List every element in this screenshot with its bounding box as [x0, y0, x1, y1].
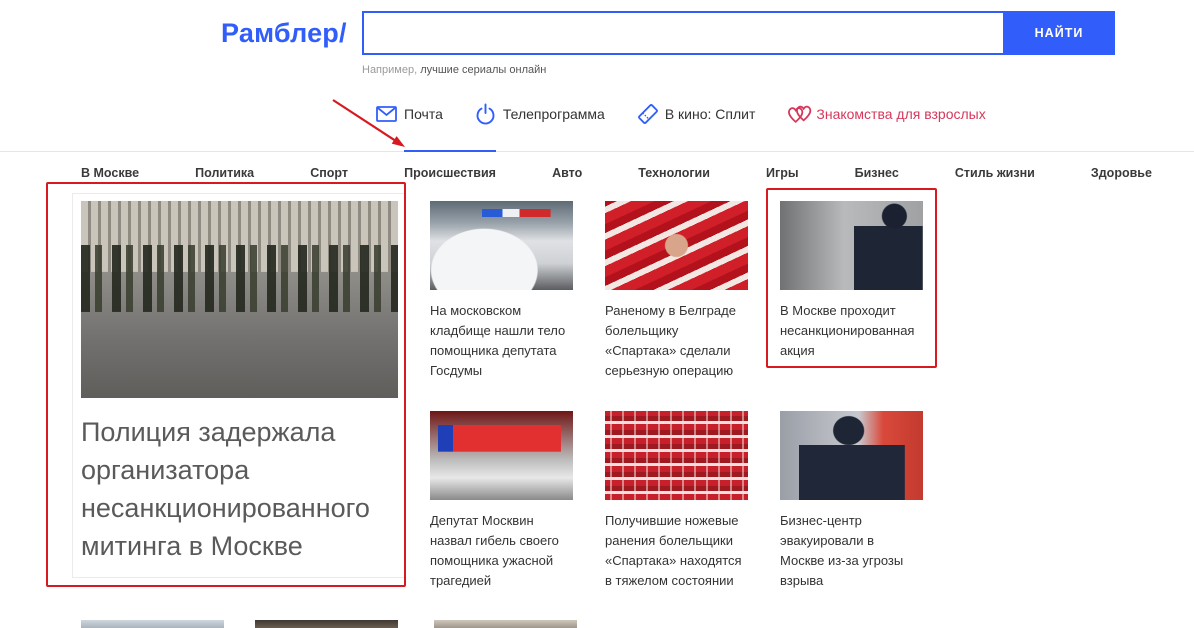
- category-tab-lifestyle[interactable]: Стиль жизни: [955, 150, 1035, 181]
- service-cinema-label: В кино: Сплит: [664, 106, 756, 122]
- news-headline[interactable]: Депутат Москвин назвал гибель своего пом…: [430, 511, 573, 591]
- headline-line: «Спартака» сделали: [605, 343, 731, 358]
- headline-line: помощника ужасной: [430, 553, 554, 568]
- headline-line: несанкционированного: [81, 493, 370, 523]
- category-tab-moscow[interactable]: В Москве: [81, 150, 139, 181]
- category-tab-games[interactable]: Игры: [766, 150, 799, 181]
- power-icon: [475, 103, 496, 125]
- news-headline[interactable]: Раненому в Белграде болельщику «Спартака…: [605, 301, 748, 381]
- mail-icon: [376, 106, 397, 122]
- category-tab-sport[interactable]: Спорт: [310, 150, 348, 181]
- news-card[interactable]: Получившие ножевые ранения болельщики «С…: [605, 411, 748, 621]
- search-bar: НАЙТИ: [362, 11, 1115, 55]
- headline-line: болельщику: [605, 323, 679, 338]
- news-image[interactable]: [605, 411, 748, 500]
- news-grid: На московском кладбище нашли тело помощн…: [430, 201, 923, 621]
- search-button[interactable]: НАЙТИ: [1003, 11, 1115, 55]
- headline-line: Москве из-за угрозы: [780, 553, 904, 568]
- hearts-icon: [787, 104, 812, 124]
- search-hint-example-link[interactable]: лучшие сериалы онлайн: [420, 64, 546, 76]
- service-dating-label: Знакомства для взрослых: [816, 106, 986, 122]
- news-card[interactable]: В Москве проходит несанкционированная ак…: [780, 201, 923, 411]
- featured-news-headline[interactable]: Полиция задержала организатора несанкцио…: [81, 413, 398, 565]
- search-input[interactable]: [362, 11, 1003, 55]
- service-tv-program-label: Телепрограмма: [502, 106, 605, 122]
- news-card[interactable]: Бизнес-центр эвакуировали в Москве из-за…: [780, 411, 923, 621]
- rambler-logo[interactable]: Рамблер/: [221, 15, 347, 51]
- search-hint: Например, лучшие сериалы онлайн: [362, 63, 546, 77]
- news-card[interactable]: Депутат Москвин назвал гибель своего пом…: [430, 411, 573, 621]
- featured-news-card[interactable]: Полиция задержала организатора несанкцио…: [72, 193, 405, 578]
- headline-line: Госдумы: [430, 363, 483, 378]
- headline-line: Бизнес-центр: [780, 513, 862, 528]
- news-image[interactable]: [255, 620, 398, 628]
- news-image[interactable]: [780, 411, 923, 500]
- category-tab-incidents[interactable]: Происшествия: [404, 150, 496, 181]
- service-mail[interactable]: Почта: [376, 102, 443, 126]
- news-image[interactable]: [430, 411, 573, 500]
- headline-line: Раненому в Белграде: [605, 303, 736, 318]
- news-card[interactable]: Раненому в Белграде болельщику «Спартака…: [605, 201, 748, 411]
- news-headline[interactable]: Бизнес-центр эвакуировали в Москве из-за…: [780, 511, 923, 591]
- news-card[interactable]: На московском кладбище нашли тело помощн…: [430, 201, 573, 411]
- headline-line: ранения болельщики: [605, 533, 734, 548]
- headline-line: серьезную операцию: [605, 363, 734, 378]
- news-image[interactable]: [605, 201, 748, 290]
- news-headline[interactable]: В Москве проходит несанкционированная ак…: [780, 301, 923, 361]
- headline-line: В Москве проходит: [780, 303, 896, 318]
- news-image[interactable]: [81, 620, 224, 628]
- service-tv-program[interactable]: Телепрограмма: [475, 102, 605, 126]
- category-tab-tech[interactable]: Технологии: [638, 150, 710, 181]
- category-nav: В Москве Политика Спорт Происшествия Авт…: [81, 150, 1152, 181]
- headline-line: Получившие ножевые: [605, 513, 739, 528]
- headline-line: эвакуировали в: [780, 533, 875, 548]
- headline-line: в тяжелом состоянии: [605, 573, 734, 588]
- category-tab-politics[interactable]: Политика: [195, 150, 254, 181]
- service-mail-label: Почта: [404, 106, 443, 122]
- headline-line: Депутат Москвин: [430, 513, 534, 528]
- headline-line: митинга в Москве: [81, 531, 303, 561]
- category-tab-business[interactable]: Бизнес: [855, 150, 899, 181]
- search-hint-prefix: Например,: [362, 64, 418, 76]
- ticket-icon: [637, 103, 659, 125]
- headline-line: назвал гибель своего: [430, 533, 559, 548]
- news-headline[interactable]: На московском кладбище нашли тело помощн…: [430, 301, 573, 381]
- headline-line: помощника депутата: [430, 343, 557, 358]
- headline-line: взрыва: [780, 573, 824, 588]
- headline-line: несанкционированная: [780, 323, 915, 338]
- headline-line: организатора: [81, 455, 250, 485]
- service-dating[interactable]: Знакомства для взрослых: [787, 102, 986, 126]
- featured-news-image[interactable]: [81, 201, 398, 398]
- news-image[interactable]: [780, 201, 923, 290]
- headline-line: акция: [780, 343, 815, 358]
- headline-line: кладбище нашли тело: [430, 323, 566, 338]
- category-tab-health[interactable]: Здоровье: [1091, 150, 1152, 181]
- category-tab-auto[interactable]: Авто: [552, 150, 582, 181]
- services-bar: Почта Телепрограмма В кино: Сплит Знаком…: [376, 102, 986, 126]
- headline-line: Полиция задержала: [81, 417, 336, 447]
- news-image[interactable]: [430, 201, 573, 290]
- headline-line: На московском: [430, 303, 522, 318]
- news-image[interactable]: [434, 620, 577, 628]
- service-cinema[interactable]: В кино: Сплит: [637, 102, 756, 126]
- headline-line: трагедией: [430, 573, 492, 588]
- headline-line: «Спартака» находятся: [605, 553, 742, 568]
- news-headline[interactable]: Получившие ножевые ранения болельщики «С…: [605, 511, 748, 591]
